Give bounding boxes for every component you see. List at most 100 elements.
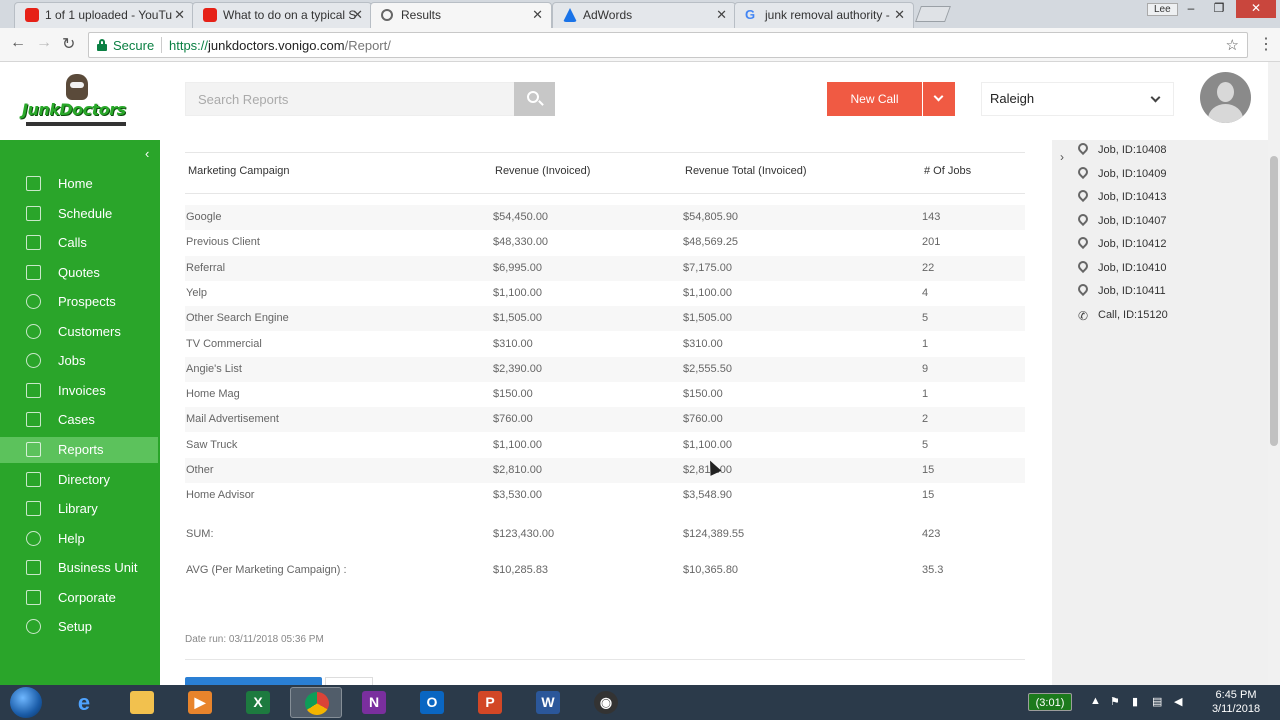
recent-job-item[interactable]: Job, ID:10412 (1075, 234, 1167, 253)
close-window-icon[interactable]: ✕ (1236, 0, 1276, 18)
taskbar-app[interactable] (290, 687, 342, 718)
system-clock[interactable]: 6:45 PM 3/11/2018 (1200, 688, 1272, 716)
sidebar-item-library[interactable]: Library (0, 496, 158, 522)
recent-job-item[interactable]: Job, ID:10408 (1075, 140, 1167, 159)
taskbar-app[interactable]: W (522, 687, 574, 718)
tab-youtube-upload[interactable]: 1 of 1 uploaded - YouTu ✕ (14, 2, 194, 28)
profile-user-label[interactable]: Lee (1147, 3, 1178, 16)
close-icon[interactable]: ✕ (532, 3, 543, 27)
network-icon[interactable]: ▤ (1152, 695, 1162, 708)
sidebar-item-label: Business Unit (58, 560, 138, 576)
recent-job-item[interactable]: Job, ID:10413 (1075, 187, 1167, 206)
taskbar-app[interactable]: X (232, 687, 284, 718)
bookmark-star-icon[interactable]: ☆ (1226, 36, 1239, 54)
tab-youtube-video[interactable]: What to do on a typical S ✕ (192, 2, 372, 28)
taskbar-app[interactable]: N (348, 687, 400, 718)
collapse-sidebar-icon[interactable]: ‹ (145, 146, 149, 161)
action-center-icon[interactable]: ⚑ (1110, 695, 1120, 708)
maximize-icon[interactable]: ❐ (1206, 0, 1232, 18)
sidebar-item-label: Jobs (58, 353, 86, 369)
new-call-dropdown-button[interactable] (923, 82, 955, 116)
close-icon[interactable]: ✕ (174, 3, 185, 27)
minimize-icon[interactable]: – (1178, 0, 1204, 18)
chevron-down-icon (1150, 92, 1161, 103)
export-button[interactable] (185, 677, 322, 685)
search-reports-field[interactable] (185, 82, 515, 116)
start-button[interactable] (10, 687, 42, 718)
column-header-revenue-total[interactable]: Revenue Total (Invoiced) (685, 165, 806, 177)
sidebar-item-help[interactable]: Help (0, 526, 158, 552)
sidebar-item-cases[interactable]: Cases (0, 407, 158, 433)
taskbar-app[interactable]: e (58, 687, 110, 718)
recording-timer[interactable]: (3:01) (1028, 693, 1072, 711)
tab-results[interactable]: Results ✕ (370, 2, 552, 28)
url-omnibox[interactable]: Secure https://junkdoctors.vonigo.com/Re… (88, 32, 1248, 58)
secondary-button[interactable] (325, 677, 373, 685)
taskbar-app[interactable] (116, 687, 168, 718)
recent-item-label: Call, ID:15120 (1098, 308, 1168, 321)
recent-job-item[interactable]: Job, ID:10407 (1075, 211, 1167, 230)
jobs-cell: 15 (922, 489, 935, 502)
sidebar-item-quotes[interactable]: Quotes (0, 260, 158, 286)
taskbar-app[interactable]: O (406, 687, 458, 718)
volume-icon[interactable]: ◀ (1174, 695, 1182, 708)
close-icon[interactable]: ✕ (352, 3, 363, 27)
campaign-cell: Previous Client (186, 236, 260, 249)
column-header-revenue[interactable]: Revenue (Invoiced) (495, 165, 590, 177)
avg-revenue: $10,285.83 (493, 564, 549, 576)
app-header: JunkDoctors New Call Raleigh (0, 62, 1268, 140)
tab-title: What to do on a typical S (223, 8, 357, 22)
reload-icon[interactable]: ↻ (62, 34, 75, 54)
chrome-icon (305, 692, 329, 715)
tray-expand-icon[interactable]: ▲ (1090, 695, 1101, 707)
expand-panel-icon[interactable]: › (1060, 150, 1064, 164)
sidebar-item-prospects[interactable]: Prospects (0, 289, 158, 315)
avatar[interactable] (1200, 72, 1251, 123)
battery-icon[interactable]: ▮ (1132, 695, 1138, 708)
sidebar-item-invoices[interactable]: Invoices (0, 378, 158, 404)
revenue-cell: $54,450.00 (493, 211, 549, 223)
scrollbar-thumb[interactable] (1270, 156, 1278, 446)
browser-menu-icon[interactable]: ⋮ (1258, 34, 1274, 54)
url-divider (161, 37, 162, 53)
lock-icon (97, 39, 107, 51)
recent-job-item[interactable]: Job, ID:10411 (1075, 281, 1166, 300)
tab-google-search[interactable]: G junk removal authority - ✕ (734, 2, 914, 28)
recent-call-item[interactable]: ✆ Call, ID:15120 (1077, 306, 1168, 324)
url-text[interactable]: https://junkdoctors.vonigo.com/Report/ (169, 38, 391, 53)
sidebar-item-business-unit[interactable]: Business Unit (0, 555, 158, 581)
close-icon[interactable]: ✕ (894, 3, 905, 27)
sidebar-item-customers[interactable]: Customers (0, 319, 158, 345)
sidebar-item-setup[interactable]: Setup (0, 614, 158, 640)
tab-adwords[interactable]: AdWords ✕ (552, 2, 736, 28)
sidebar-item-directory[interactable]: Directory (0, 467, 158, 493)
close-icon[interactable]: ✕ (716, 3, 727, 27)
sidebar-item-label: Calls (58, 235, 87, 251)
browser-tab-strip: 1 of 1 uploaded - YouTu ✕ What to do on … (0, 0, 1280, 28)
new-tab-button[interactable] (915, 6, 951, 22)
onenote-icon: N (362, 691, 386, 714)
recent-job-item[interactable]: Job, ID:10410 (1075, 258, 1167, 277)
taskbar-app[interactable]: ◉ (580, 687, 632, 718)
map-pin-icon (1075, 234, 1091, 250)
taskbar-app[interactable]: P (464, 687, 516, 718)
sidebar-item-calls[interactable]: Calls (0, 230, 158, 256)
new-call-button[interactable]: New Call (827, 82, 922, 116)
sidebar-item-jobs[interactable]: Jobs (0, 348, 158, 374)
location-select[interactable]: Raleigh (981, 82, 1174, 116)
page-scrollbar[interactable] (1268, 62, 1280, 685)
map-pin-icon (1075, 140, 1091, 156)
sidebar-item-reports[interactable]: Reports (0, 436, 158, 463)
sidebar-item-corporate[interactable]: Corporate (0, 585, 158, 611)
sidebar-item-home[interactable]: Home (0, 171, 158, 197)
column-header-campaign[interactable]: Marketing Campaign (188, 165, 290, 177)
search-input[interactable] (186, 83, 514, 115)
taskbar-app[interactable]: ▶ (174, 687, 226, 718)
column-header-jobs[interactable]: # Of Jobs (924, 165, 971, 177)
junkdoctors-logo[interactable]: JunkDoctors (22, 72, 130, 132)
sidebar-item-schedule[interactable]: Schedule (0, 201, 158, 227)
search-button[interactable] (514, 82, 555, 116)
back-arrow-icon[interactable]: ← (10, 34, 26, 52)
forward-arrow-icon[interactable]: → (36, 34, 52, 52)
recent-job-item[interactable]: Job, ID:10409 (1075, 164, 1167, 183)
